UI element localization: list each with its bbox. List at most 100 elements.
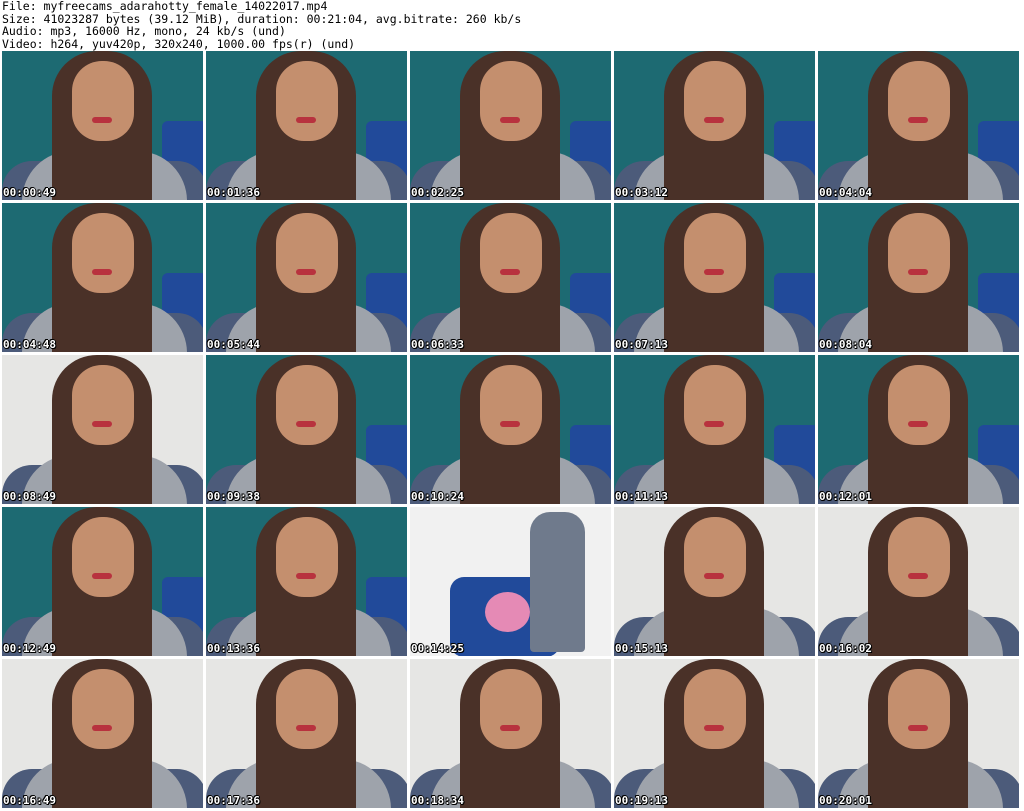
video-thumbnail: 00:12:01: [818, 355, 1019, 504]
video-thumbnail: 00:10:24: [410, 355, 611, 504]
thumbnail-timestamp: 00:19:13: [615, 794, 668, 807]
thumbnail-timestamp: 00:04:48: [3, 338, 56, 351]
video-thumbnail: 00:16:49: [2, 659, 203, 808]
video-thumbnail: 00:02:25: [410, 51, 611, 200]
thumbnail-timestamp: 00:11:13: [615, 490, 668, 503]
video-thumbnail: 00:12:49: [2, 507, 203, 656]
video-thumbnail: 00:04:04: [818, 51, 1019, 200]
thumbnail-lips: [500, 725, 520, 731]
thumbnail-face: [276, 517, 338, 597]
thumbnail-lips: [296, 573, 316, 579]
video-thumbnail: 00:19:13: [614, 659, 815, 808]
thumbnail-timestamp: 00:13:36: [207, 642, 260, 655]
thumbnail-face: [888, 213, 950, 293]
thumbnail-lips: [908, 573, 928, 579]
video-thumbnail: 00:09:38: [206, 355, 407, 504]
thumbnail-face: [276, 669, 338, 749]
file-name-line: File: myfreecams_adarahotty_female_14022…: [2, 0, 328, 13]
video-thumbnail: 00:20:01: [818, 659, 1019, 808]
thumbnail-timestamp: 00:03:12: [615, 186, 668, 199]
thumbnail-lips: [296, 725, 316, 731]
thumbnail-lips: [92, 573, 112, 579]
thumbnail-timestamp: 00:08:04: [819, 338, 872, 351]
thumbnail-timestamp: 00:04:04: [819, 186, 872, 199]
video-thumbnail: 00:03:12: [614, 51, 815, 200]
thumbnail-timestamp: 00:12:01: [819, 490, 872, 503]
thumbnail-timestamp: 00:10:24: [411, 490, 464, 503]
thumbnail-timestamp: 00:12:49: [3, 642, 56, 655]
video-info-line: Video: h264, yuv420p, 320x240, 1000.00 f…: [2, 36, 356, 51]
thumbnail-face: [72, 213, 134, 293]
thumbnail-grid: 00:00:49 00:01:36 00:02:25 00:03:12 00:04:04…: [2, 51, 1022, 811]
thumbnail-timestamp: 00:20:01: [819, 794, 872, 807]
thumbnail-face: [684, 61, 746, 141]
thumbnail-lips: [704, 269, 724, 275]
thumbnail-lips: [500, 117, 520, 123]
video-thumbnail: 00:18:34: [410, 659, 611, 808]
thumbnail-face: [276, 61, 338, 141]
thumbnail-pink-object: [485, 592, 530, 632]
thumbnail-timestamp: 00:18:34: [411, 794, 464, 807]
thumbnail-timestamp: 00:07:13: [615, 338, 668, 351]
thumbnail-face: [276, 213, 338, 293]
video-thumbnail: 00:01:36: [206, 51, 407, 200]
thumbnail-face: [684, 517, 746, 597]
video-thumbnail: 00:15:13: [614, 507, 815, 656]
thumbnail-lips: [92, 421, 112, 427]
thumbnail-face: [684, 365, 746, 445]
thumbnail-timestamp: 00:16:49: [3, 794, 56, 807]
thumbnail-lips: [704, 725, 724, 731]
thumbnail-timestamp: 00:09:38: [207, 490, 260, 503]
thumbnail-lips: [92, 725, 112, 731]
thumbnail-face: [888, 517, 950, 597]
audio-info-line: Audio: mp3, 16000 Hz, mono, 24 kb/s (und…: [2, 24, 286, 38]
thumbnail-timestamp: 00:15:13: [615, 642, 668, 655]
thumbnail-timestamp: 00:01:36: [207, 186, 260, 199]
thumbnail-timestamp: 00:02:25: [411, 186, 464, 199]
thumbnail-lips: [704, 421, 724, 427]
thumbnail-face: [72, 669, 134, 749]
video-thumbnail: 00:06:33: [410, 203, 611, 352]
thumbnail-lips: [704, 573, 724, 579]
thumbnail-face: [480, 61, 542, 141]
video-thumbnail: 00:13:36: [206, 507, 407, 656]
thumbnail-timestamp: 00:14:25: [411, 642, 464, 655]
video-thumbnail: 00:00:49: [2, 51, 203, 200]
thumbnail-timestamp: 00:00:49: [3, 186, 56, 199]
thumbnail-face: [72, 517, 134, 597]
thumbnail-timestamp: 00:08:49: [3, 490, 56, 503]
thumbnail-lips: [92, 269, 112, 275]
thumbnail-face: [480, 365, 542, 445]
thumbnail-face: [72, 365, 134, 445]
thumbnail-face: [72, 61, 134, 141]
thumbnail-timestamp: 00:17:36: [207, 794, 260, 807]
video-thumbnail: 00:11:13: [614, 355, 815, 504]
thumbnail-person: [530, 512, 585, 652]
video-thumbnail: 00:14:25: [410, 507, 611, 656]
thumbnail-lips: [92, 117, 112, 123]
thumbnail-lips: [908, 725, 928, 731]
thumbnail-lips: [296, 269, 316, 275]
thumbnail-timestamp: 00:05:44: [207, 338, 260, 351]
thumbnail-lips: [908, 117, 928, 123]
thumbnail-face: [888, 61, 950, 141]
video-thumbnail: 00:08:04: [818, 203, 1019, 352]
video-thumbnail: 00:08:49: [2, 355, 203, 504]
thumbnail-lips: [296, 421, 316, 427]
file-info-header: File: myfreecams_adarahotty_female_14022…: [2, 0, 1002, 50]
thumbnail-lips: [704, 117, 724, 123]
thumbnail-face: [480, 213, 542, 293]
thumbnail-face: [276, 365, 338, 445]
thumbnail-lips: [500, 269, 520, 275]
thumbnail-face: [888, 365, 950, 445]
video-thumbnail: 00:16:02: [818, 507, 1019, 656]
thumbnail-face: [684, 213, 746, 293]
thumbnail-lips: [500, 421, 520, 427]
thumbnail-lips: [908, 269, 928, 275]
video-thumbnail: 00:07:13: [614, 203, 815, 352]
thumbnail-lips: [908, 421, 928, 427]
thumbnail-face: [888, 669, 950, 749]
thumbnail-lips: [296, 117, 316, 123]
thumbnail-face: [480, 669, 542, 749]
thumbnail-timestamp: 00:16:02: [819, 642, 872, 655]
